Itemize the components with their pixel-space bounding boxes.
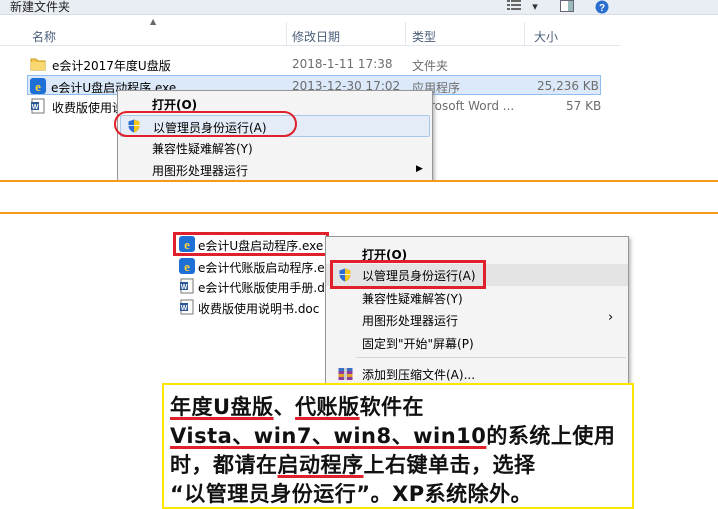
column-header: 名称 修改日期 类型 大小 bbox=[0, 22, 620, 46]
file-item-doc[interactable]: W 收费版使用说明书.doc bbox=[176, 297, 334, 317]
word-doc-icon: W bbox=[180, 278, 194, 294]
instruction-note: 年度U盘版、代账版软件在 Vista、win7、win8、win10的系统上使用… bbox=[162, 383, 634, 509]
svg-text:e: e bbox=[184, 259, 190, 274]
menu-item-pin[interactable]: 固定到"开始"屏幕(P) bbox=[326, 332, 628, 354]
window-title: 新建文件夹 bbox=[10, 0, 71, 14]
explorer-window-top: 新建文件夹 ▾ ? ▲ 名称 修改日期 类型 大小 e会计2017年度U盘版 2… bbox=[0, 0, 718, 180]
note-line-4: “以管理员身份运行”。XP系统除外。 bbox=[170, 482, 533, 506]
help-icon[interactable]: ? bbox=[594, 0, 610, 14]
note-line-1: 年度U盘版、代账版软件在 bbox=[170, 395, 425, 419]
menu-item-archive[interactable]: 添加到压缩文件(A)... bbox=[326, 363, 628, 385]
file-name: e会计代账版使用手册.d bbox=[198, 281, 325, 295]
file-name: e会计代账版启动程序.e bbox=[198, 261, 325, 275]
column-type[interactable]: 类型 bbox=[412, 28, 436, 45]
submenu-arrow-icon: ▶ bbox=[416, 164, 423, 174]
file-type: rosoft Word ... bbox=[430, 99, 515, 113]
e-app-icon: e bbox=[30, 78, 46, 94]
red-highlight-oval bbox=[114, 111, 297, 137]
folder-icon bbox=[30, 58, 46, 71]
word-doc-icon: W bbox=[180, 299, 194, 315]
context-menu-bottom: 打开(O) 以管理员身份运行(A) 兼容性疑难解答(Y) 用图形处理器运行 › 固… bbox=[325, 236, 629, 386]
svg-text:W: W bbox=[181, 284, 188, 291]
window-titlebar: 新建文件夹 ▾ ? bbox=[0, 0, 718, 15]
orange-separator-1 bbox=[0, 180, 718, 182]
svg-text:e: e bbox=[35, 79, 41, 94]
orange-separator-2 bbox=[0, 212, 718, 214]
archive-icon bbox=[338, 368, 353, 380]
file-size: 25,236 KB bbox=[537, 79, 599, 93]
menu-item-gpu[interactable]: 用图形处理器运行 › bbox=[326, 309, 628, 331]
svg-text:W: W bbox=[32, 104, 39, 111]
svg-text:?: ? bbox=[599, 3, 605, 14]
file-name: e会计2017年度U盘版 bbox=[52, 59, 171, 73]
menu-item-gpu[interactable]: 用图形处理器运行 ▶ bbox=[118, 159, 432, 180]
e-app-icon: e bbox=[179, 258, 195, 274]
file-type: 文件夹 bbox=[412, 59, 449, 73]
chevron-down-icon[interactable]: ▾ bbox=[528, 0, 542, 14]
note-line-3: 时，都请在启动程序上右键单击，选择 bbox=[170, 453, 536, 477]
svg-text:W: W bbox=[181, 305, 188, 312]
note-line-2: Vista、win7、win8、win10的系统上使用 bbox=[170, 424, 616, 448]
file-name: 收费版使用说明书.doc bbox=[198, 302, 320, 316]
file-size: 57 KB bbox=[566, 99, 602, 113]
menu-item-compat[interactable]: 兼容性疑难解答(Y) bbox=[118, 137, 432, 159]
view-icon[interactable] bbox=[504, 0, 524, 14]
file-item-manual[interactable]: W e会计代账版使用手册.d bbox=[176, 276, 334, 296]
file-date: 2018-1-11 17:38 bbox=[292, 57, 393, 71]
file-name: 收费版使用说 bbox=[52, 101, 125, 115]
column-name[interactable]: 名称 bbox=[32, 28, 56, 45]
column-date[interactable]: 修改日期 bbox=[292, 28, 340, 45]
red-highlight-box-file bbox=[173, 232, 329, 256]
preview-pane-icon[interactable] bbox=[558, 0, 576, 14]
column-size[interactable]: 大小 bbox=[534, 28, 558, 45]
chevron-right-icon: › bbox=[608, 310, 614, 325]
file-row-folder[interactable]: e会计2017年度U盘版 2018-1-11 17:38 文件夹 bbox=[26, 54, 616, 74]
red-highlight-box-menu bbox=[330, 260, 486, 289]
menu-item-compat[interactable]: 兼容性疑难解答(Y) bbox=[326, 287, 628, 309]
file-item-exe2[interactable]: e e会计代账版启动程序.e bbox=[176, 256, 334, 276]
word-doc-icon: W bbox=[31, 98, 45, 114]
menu-separator bbox=[356, 357, 626, 358]
